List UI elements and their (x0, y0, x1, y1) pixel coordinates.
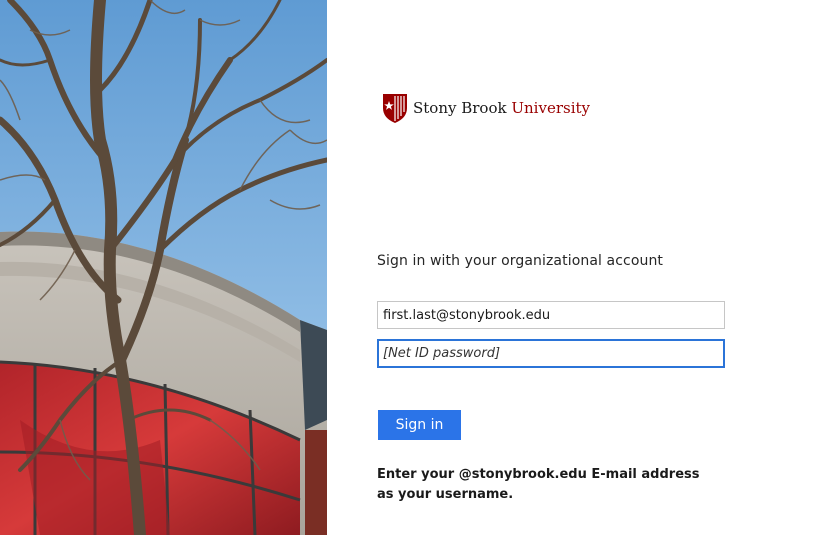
campus-photo (0, 0, 327, 535)
username-help-text: Enter your @stonybrook.edu E-mail addres… (377, 467, 700, 502)
sign-in-panel: Stony Brook University Sign in with your… (327, 0, 830, 535)
sbu-shield-icon (383, 94, 407, 123)
university-logo: Stony Brook University (381, 92, 590, 124)
password-input[interactable] (377, 339, 725, 368)
username-input[interactable] (377, 301, 725, 329)
sign-in-button[interactable]: Sign in (378, 410, 461, 440)
university-name-part1: Stony Brook (413, 99, 507, 117)
university-name-part2: University (511, 99, 590, 117)
campus-illustration (0, 0, 327, 535)
sign-in-intro: Sign in with your organizational account (377, 253, 664, 269)
university-name: Stony Brook University (413, 99, 590, 117)
